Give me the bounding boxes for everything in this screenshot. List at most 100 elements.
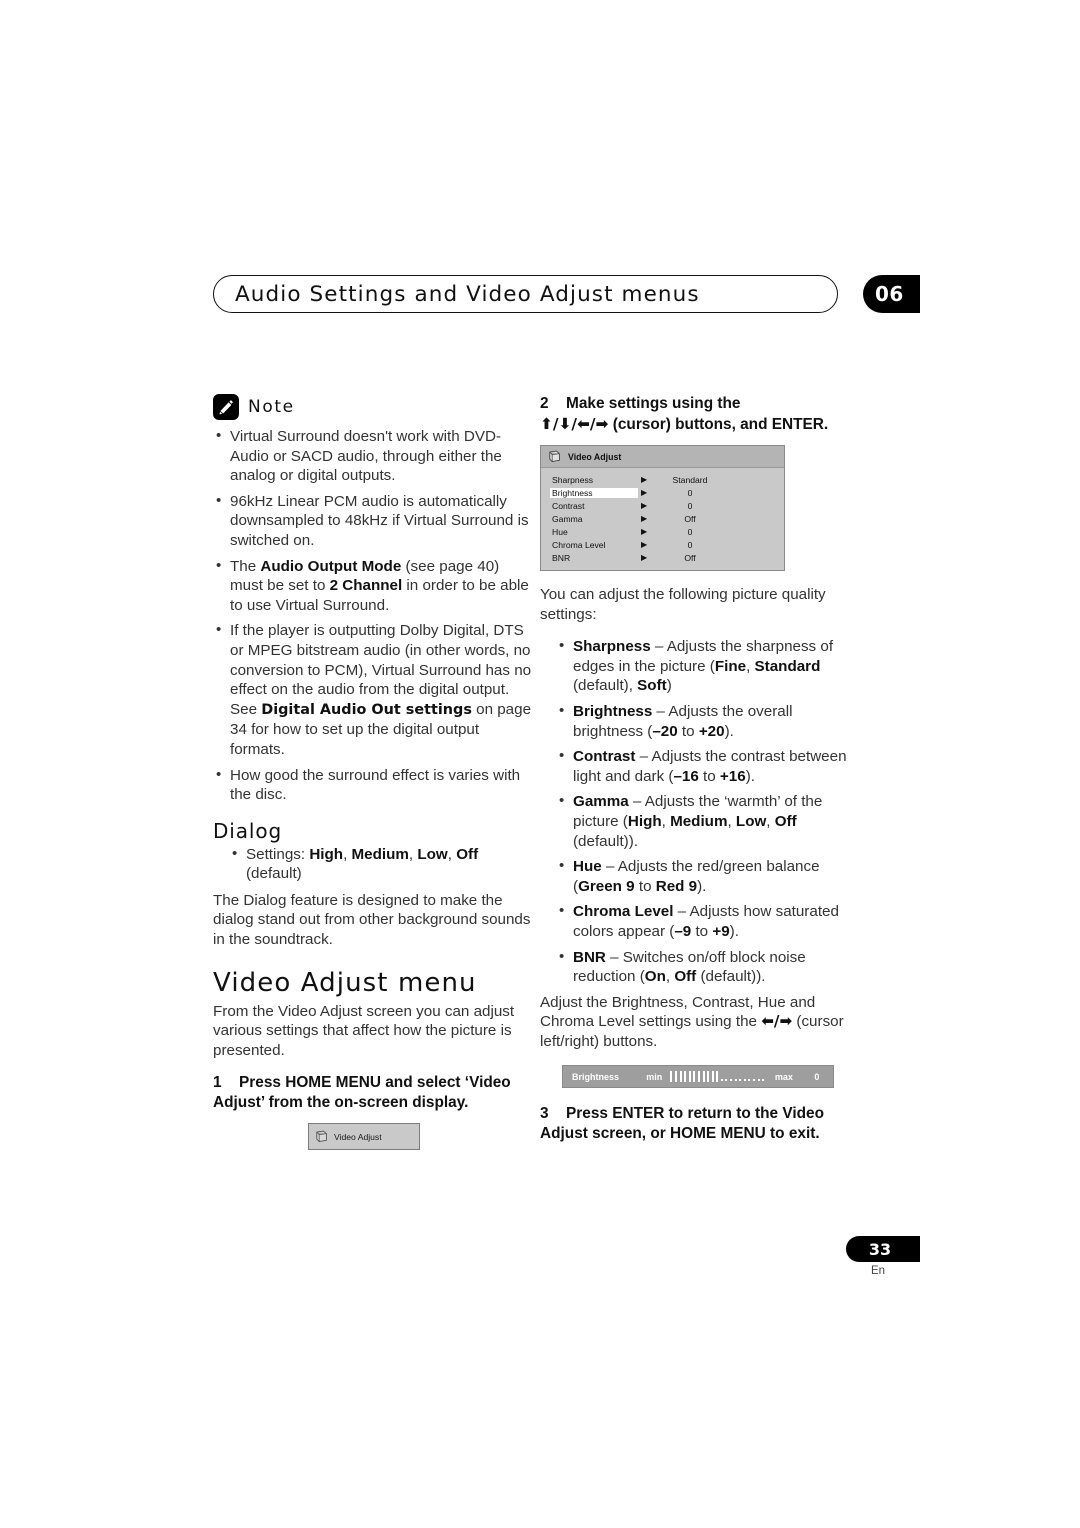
- osd-panel-title: Video Adjust: [568, 451, 622, 462]
- slider-tick-filled: [693, 1071, 696, 1083]
- osd-row-label: Chroma Level: [552, 539, 606, 550]
- setting-desc-post: ).: [729, 922, 739, 940]
- step-2-line1: Make settings using the: [566, 395, 741, 412]
- slider-tick-filled: [707, 1071, 710, 1083]
- chevron-right-icon: ▶: [641, 540, 648, 549]
- slider-tick-empty: [743, 1078, 746, 1082]
- setting-item-chroma-level: Chroma Level – Adjusts how saturated col…: [556, 901, 860, 941]
- step-3: 3 Press ENTER to return to the Video Adju…: [540, 1104, 860, 1144]
- setting-name: BNR: [573, 948, 606, 966]
- dialog-option-low: Low: [417, 845, 448, 863]
- setting-option-2: Red 9: [655, 877, 698, 895]
- setting-desc-post: ).: [724, 722, 734, 740]
- osd-row-chroma-level[interactable]: Chroma Level ▶ 0: [541, 538, 784, 551]
- osd-row-gamma[interactable]: Gamma ▶ Off: [541, 512, 784, 525]
- setting-separator-2: ,: [628, 677, 638, 695]
- video-adjust-section: Video Adjust menu From the Video Adjust …: [213, 968, 533, 1114]
- osd-video-adjust-panel[interactable]: Video Adjust Sharpness ▶ Standard Brightnes…: [540, 445, 785, 571]
- note-label: Note: [248, 397, 295, 417]
- setting-desc-post: ).: [745, 767, 755, 785]
- dialog-option-default-note: (default): [246, 865, 302, 883]
- step-3-text: Press ENTER to return to the Video Adjus…: [540, 1105, 824, 1143]
- note-bullet-3-pre: The: [230, 557, 261, 575]
- osd-video-adjust-button[interactable]: Video Adjust: [308, 1123, 420, 1151]
- setting-separator-3: ,: [766, 812, 775, 830]
- slider-tick-filled: [697, 1071, 700, 1083]
- page-title: Audio Settings and Video Adjust menus: [235, 282, 700, 307]
- dialog-option-medium: Medium: [351, 845, 409, 863]
- osd-panel-titlebar: Video Adjust: [541, 446, 784, 468]
- osd-row-value: Standard: [672, 474, 708, 485]
- note-bullet-5-text: How good the surround effect is varies w…: [230, 766, 521, 804]
- slider-tick-filled: [716, 1071, 719, 1083]
- picture-quality-intro: You can adjust the following picture qua…: [540, 586, 826, 623]
- slider-tick-empty: [730, 1078, 733, 1082]
- setting-name: Chroma Level: [573, 903, 674, 921]
- setting-separator-1: to: [698, 767, 720, 785]
- setting-desc-post: ): [666, 677, 672, 695]
- setting-item-gamma: Gamma – Adjusts the ‘warmth’ of the pict…: [556, 791, 860, 851]
- osd-row-value: 0: [687, 539, 693, 550]
- slider-tick-filled: [679, 1071, 682, 1083]
- slider-tick-filled: [674, 1071, 677, 1083]
- dialog-settings-prefix: Settings:: [246, 845, 310, 863]
- osd-row-value: Off: [684, 552, 696, 563]
- osd-row-value: 0: [687, 500, 693, 511]
- note-bullet-5: How good the surround effect is varies w…: [213, 764, 533, 805]
- slider-min-label: min: [646, 1071, 663, 1082]
- setting-option-1: Green 9: [578, 877, 635, 895]
- setting-option-3: Soft: [637, 677, 667, 695]
- slider-max-label: max: [774, 1071, 793, 1082]
- osd-row-sharpness[interactable]: Sharpness ▶ Standard: [541, 473, 784, 486]
- osd-row-brightness[interactable]: Brightness ▶ 0: [541, 486, 784, 499]
- setting-separator-1: to: [691, 922, 713, 940]
- setting-name: Hue: [573, 858, 602, 876]
- setting-option-2-note: (default): [696, 968, 757, 986]
- cursor-lr-glyphs: ⬅/➡: [761, 1012, 793, 1031]
- slider-tick-empty: [757, 1078, 760, 1082]
- setting-option-2: +16: [719, 767, 746, 785]
- note-bullet-3-bold-1: Audio Output Mode: [260, 557, 402, 575]
- dialog-heading: Dialog: [213, 818, 283, 843]
- setting-item-hue: Hue – Adjusts the red/green balance (Gre…: [556, 856, 860, 896]
- osd-row-label: Gamma: [552, 513, 583, 524]
- osd-row-value: 0: [687, 487, 693, 498]
- setting-name: Gamma: [573, 793, 629, 811]
- osd-video-adjust-label: Video Adjust: [334, 1131, 382, 1142]
- adjust-note: Adjust the Brightness, Contrast, Hue and…: [540, 993, 860, 1052]
- chevron-right-icon: ▶: [641, 488, 648, 497]
- dialog-section: Dialog Settings: High, Medium, Low, Off …: [213, 819, 533, 950]
- page-number: 33: [846, 1236, 920, 1262]
- setting-option-4-note: (default): [573, 832, 629, 850]
- video-adjust-intro: From the Video Adjust screen you can adj…: [213, 1002, 515, 1059]
- slider-tick-filled: [702, 1071, 705, 1083]
- setting-option-2-note: (default): [573, 677, 629, 695]
- slider-tick-empty: [720, 1078, 723, 1082]
- step-2: 2 Make settings using the ⬆/⬇/⬅/➡ (cursor)…: [540, 394, 860, 435]
- slider-track[interactable]: [670, 1066, 766, 1087]
- setting-option-1: –20: [652, 722, 678, 740]
- step-1-number: 1: [213, 1074, 222, 1092]
- chapter-tab: 06: [863, 275, 920, 313]
- osd-row-contrast[interactable]: Contrast ▶ 0: [541, 499, 784, 512]
- osd-row-hue[interactable]: Hue ▶ 0: [541, 525, 784, 538]
- video-adjust-heading: Video Adjust menu: [213, 967, 477, 998]
- brightness-slider[interactable]: Brightness min max 0: [562, 1065, 834, 1089]
- setting-option-1: High: [627, 812, 662, 830]
- osd-row-bnr[interactable]: BNR ▶ Off: [541, 551, 784, 564]
- note-bullet-2-text: 96kHz Linear PCM audio is automatically …: [230, 492, 529, 549]
- note-bullet-1-text: Virtual Surround doesn't work with DVD-A…: [230, 428, 502, 485]
- setting-name: Contrast: [573, 748, 636, 766]
- setting-option-2: +9: [712, 922, 730, 940]
- setting-option-2: +20: [698, 722, 725, 740]
- manual-page: Audio Settings and Video Adjust menus 06…: [0, 0, 1080, 1528]
- cursor-buttons-glyphs: ⬆/⬇/⬅/➡: [540, 415, 609, 433]
- osd-row-value: Off: [684, 513, 696, 524]
- setting-desc-post: ).: [756, 968, 766, 986]
- setting-option-1: –16: [673, 767, 699, 785]
- note-bullet-4: If the player is outputting Dolby Digita…: [213, 620, 533, 759]
- slider-tick-filled: [684, 1071, 687, 1083]
- setting-option-4: Off: [774, 812, 797, 830]
- setting-item-contrast: Contrast – Adjusts the contrast between …: [556, 746, 860, 786]
- note-bullet-4-bold: Digital Audio Out settings: [261, 701, 472, 718]
